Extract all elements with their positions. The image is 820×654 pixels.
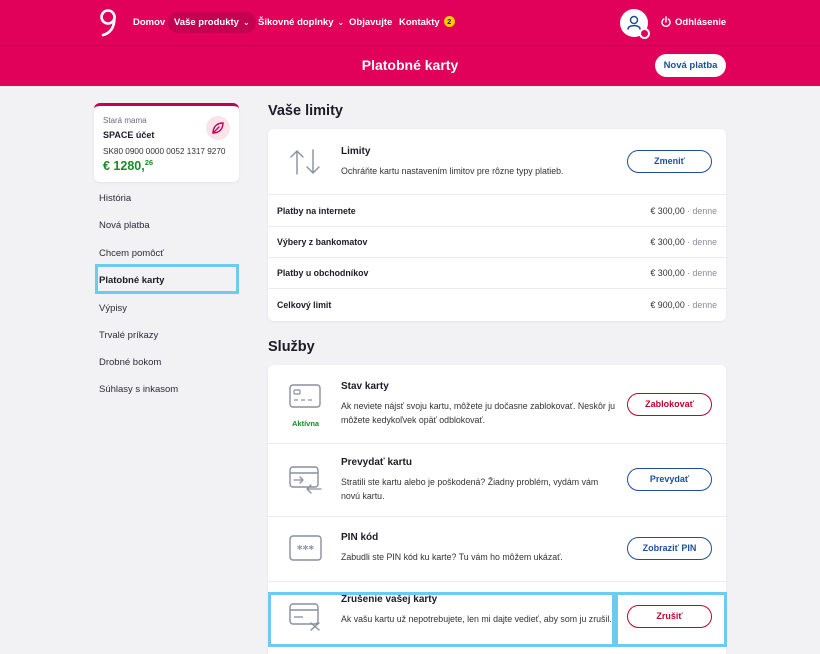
divider	[268, 443, 726, 444]
leaf-icon	[206, 116, 230, 140]
service-desc-reissue: Stratili ste kartu alebo je poškodená? Ž…	[341, 477, 599, 501]
limit-value: € 300,00	[650, 268, 685, 278]
account-name: SPACE účet	[103, 130, 155, 140]
sidebar-item-statements[interactable]: Výpisy	[99, 303, 127, 314]
nav-item-label: Domov	[133, 17, 166, 28]
limit-label-merchants: Platby u obchodníkov	[277, 268, 369, 278]
highlight-box	[615, 592, 727, 647]
nav-item-home[interactable]: Domov	[127, 12, 171, 33]
sidebar-item-new-payment[interactable]: Nová platba	[99, 220, 150, 231]
highlight-box	[95, 264, 239, 294]
nav-item-addons[interactable]: Šikovné doplnky ⌄	[252, 12, 350, 33]
sidebar-item-savings[interactable]: Drobné bokom	[99, 357, 161, 368]
limit-amount-merchants: € 300,00 · denne	[650, 268, 717, 278]
contacts-count-badge: 2	[443, 16, 455, 27]
brand-logo-icon[interactable]	[99, 9, 117, 37]
highlight-box	[268, 592, 615, 647]
card-status-badge: Aktívna	[292, 419, 320, 428]
divider	[268, 226, 726, 227]
reissue-card-button[interactable]: Prevydať	[627, 468, 712, 491]
pin-code-icon: ***	[289, 535, 322, 561]
nav-item-label: Šikovné doplnky	[258, 17, 334, 28]
divider	[268, 194, 726, 195]
limits-description: Ochráňte kartu nastavením limitov pre rô…	[341, 166, 564, 176]
limit-value: € 300,00	[650, 237, 685, 247]
sidebar-item-history[interactable]: História	[99, 193, 131, 204]
balance-amount: € 1280,	[103, 159, 145, 173]
chevron-down-icon: ⌄	[242, 18, 250, 27]
divider	[268, 257, 726, 258]
logout-button[interactable]: Odhlásenie	[660, 12, 726, 33]
service-desc-card-status: Ak neviete nájsť svoju kartu, môžete ju …	[341, 401, 616, 425]
card-reissue-icon	[289, 466, 322, 494]
service-title-pin: PIN kód	[341, 532, 379, 543]
service-desc-pin: Zabudli ste PIN kód ku karte? Tu vám ho …	[341, 552, 563, 562]
account-iban: SK80 0900 0000 0052 1317 9270	[103, 147, 226, 156]
transfer-arrows-icon	[290, 149, 320, 175]
divider	[268, 516, 726, 517]
nav-item-contacts[interactable]: Kontakty 2	[393, 12, 461, 33]
nav-item-products[interactable]: Vaše produkty ⌄	[168, 12, 256, 33]
svg-text:***: ***	[297, 543, 315, 556]
account-card[interactable]: Stará mama SPACE účet SK80 0900 0000 005…	[94, 103, 239, 182]
top-navigation: Domov Vaše produkty ⌄ Šikovné doplnky ⌄ Ob…	[0, 0, 820, 45]
service-title-reissue: Prevydať kartu	[341, 457, 412, 468]
limit-period: · denne	[684, 268, 717, 278]
limits-title: Limity	[341, 146, 371, 157]
balance-cents: 26	[144, 158, 154, 167]
power-icon	[661, 16, 671, 27]
limit-amount-atm: € 300,00 · denne	[650, 237, 717, 247]
user-avatar[interactable]	[620, 9, 650, 39]
limit-value: € 900,00	[650, 300, 685, 310]
limit-label-total: Celkový limit	[277, 300, 332, 310]
card-icon	[289, 384, 321, 408]
divider	[268, 288, 726, 289]
limit-amount-total: € 900,00 · denne	[650, 300, 717, 310]
limit-period: · denne	[684, 300, 717, 310]
account-balance: € 1280,26	[103, 158, 153, 173]
account-nickname: Stará mama	[103, 116, 147, 125]
block-card-button[interactable]: Zablokovať	[627, 393, 712, 416]
limits-card: Limity Ochráňte kartu nastavením limitov…	[268, 129, 726, 321]
limit-period: · denne	[684, 206, 717, 216]
service-title-card-status: Stav karty	[341, 381, 389, 392]
limit-label-atm: Výbery z bankomatov	[277, 237, 368, 247]
limits-section-title: Vaše limity	[268, 103, 343, 119]
limit-amount-internet: € 300,00 · denne	[650, 206, 717, 216]
limit-label-internet: Platby na internete	[277, 206, 356, 216]
show-pin-button[interactable]: Zobraziť PIN	[627, 537, 712, 560]
logout-label: Odhlásenie	[675, 17, 727, 28]
sidebar-item-standing-orders[interactable]: Trvalé príkazy	[99, 330, 158, 341]
nav-item-label: Vaše produkty	[174, 17, 239, 28]
page-header: Platobné karty Nová platba	[0, 45, 820, 86]
sidebar-item-direct-debits[interactable]: Súhlasy s inkasom	[99, 384, 178, 395]
notification-dot	[639, 28, 650, 39]
sidebar-item-help[interactable]: Chcem pomôcť	[99, 248, 164, 259]
change-limits-button[interactable]: Zmeniť	[627, 150, 712, 173]
services-section-title: Služby	[268, 339, 315, 355]
nav-item-discover[interactable]: Objavujte	[343, 12, 398, 33]
divider	[268, 581, 726, 582]
new-payment-button[interactable]: Nová platba	[655, 54, 726, 77]
nav-item-label: Objavujte	[349, 17, 393, 28]
limit-value: € 300,00	[650, 206, 685, 216]
nav-item-label: Kontakty	[399, 17, 440, 28]
limit-period: · denne	[684, 237, 717, 247]
